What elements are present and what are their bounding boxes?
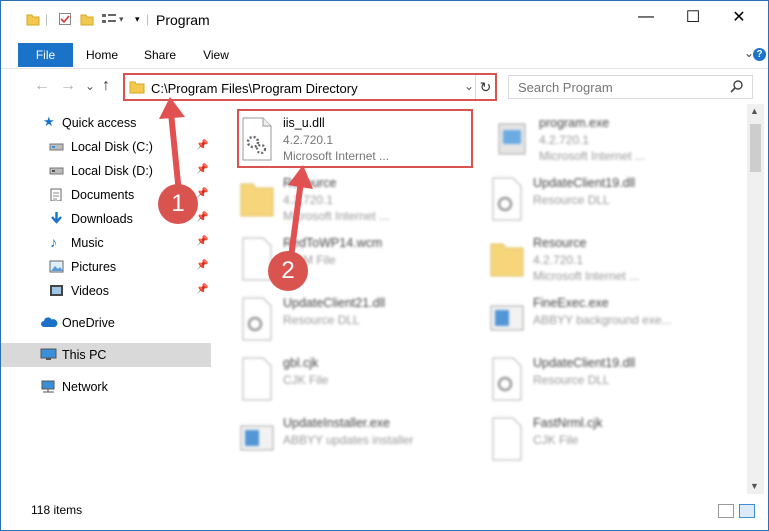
step-badge-2: 2 <box>268 251 308 291</box>
step-badge-1: 1 <box>158 184 198 224</box>
explorer-window: | ▾ ▾ | Program — ☐ ✕ File Home Share Vi… <box>0 0 769 531</box>
annotation-arrows <box>159 97 313 260</box>
